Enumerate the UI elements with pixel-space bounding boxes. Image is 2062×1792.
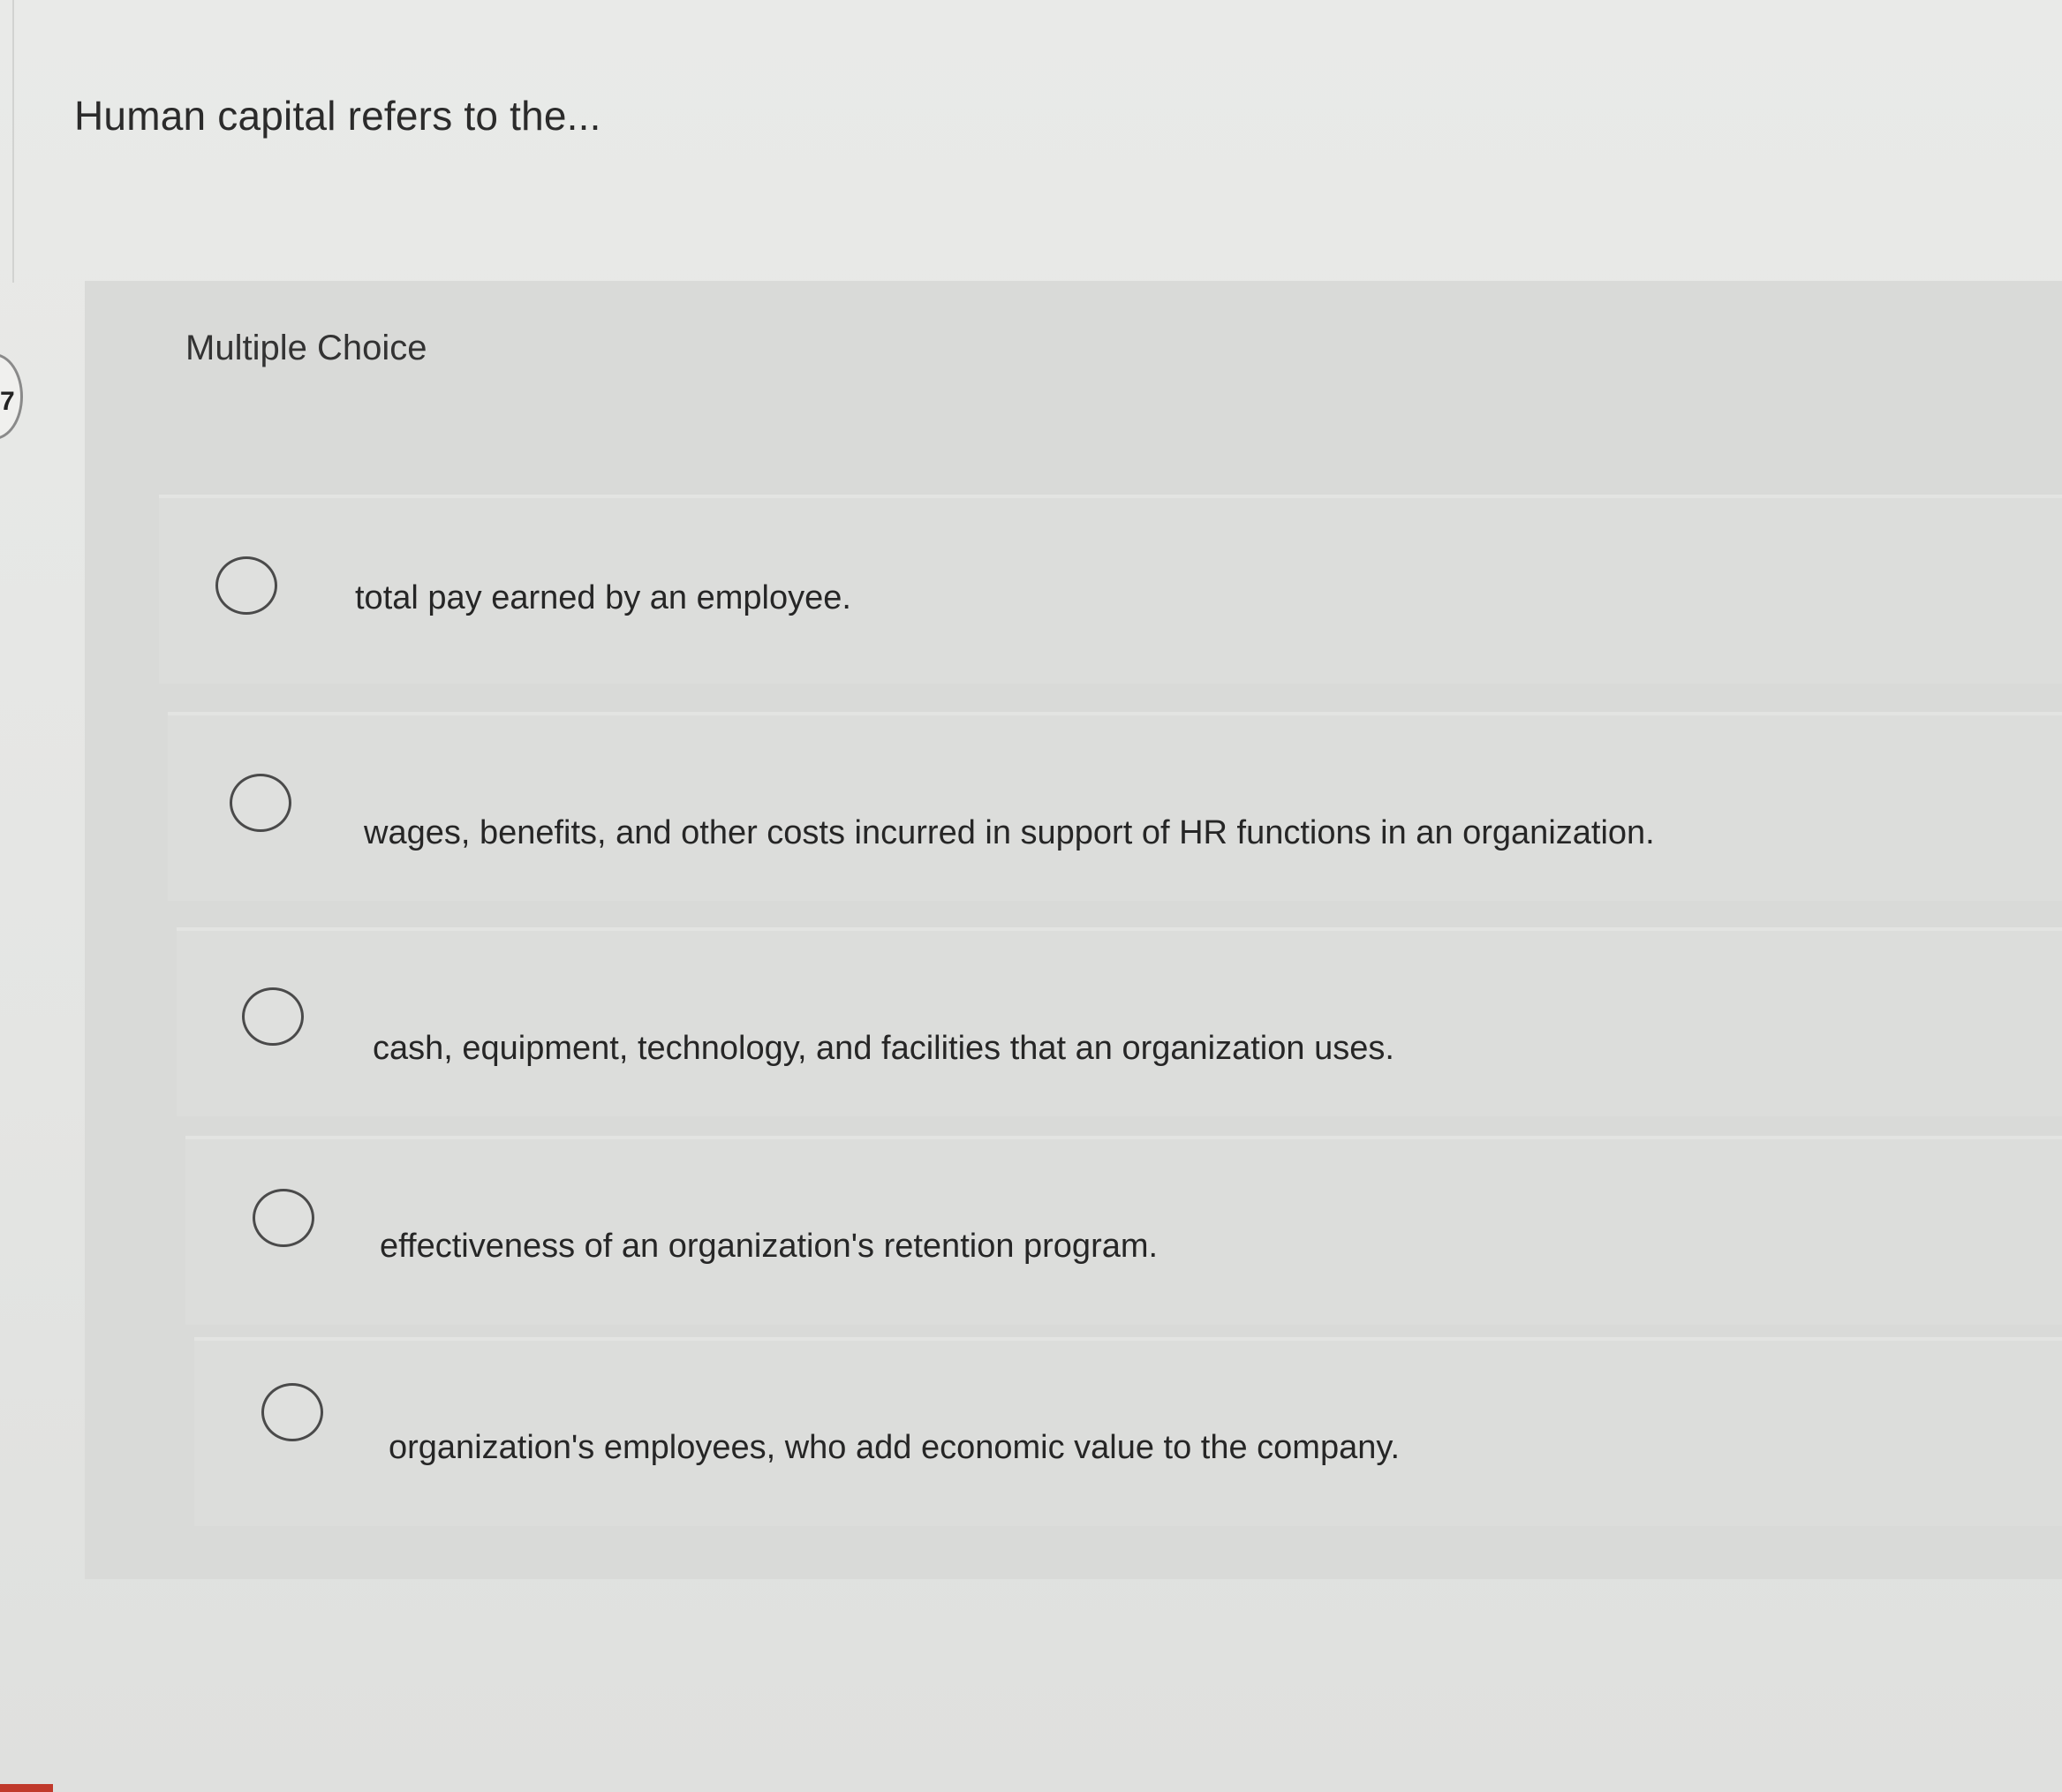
choice-option-label: cash, equipment, technology, and facilit…: [373, 1030, 1394, 1067]
choice-option-4[interactable]: effectiveness of an organization's reten…: [185, 1136, 2062, 1325]
question-text: Human capital refers to the...: [74, 93, 601, 139]
choice-option-label: total pay earned by an employee.: [355, 579, 851, 616]
choice-option-5[interactable]: organization's employees, who add econom…: [194, 1337, 2062, 1526]
choice-option-1[interactable]: total pay earned by an employee.: [159, 495, 2062, 684]
radio-button-3[interactable]: [242, 987, 304, 1046]
choice-option-label: organization's employees, who add econom…: [389, 1429, 1401, 1466]
left-divider: [12, 0, 14, 283]
multiple-choice-header: Multiple Choice: [185, 329, 427, 367]
radio-button-2[interactable]: [230, 774, 291, 832]
quiz-page: 7 Human capital refers to the... Multipl…: [0, 0, 2062, 1792]
radio-button-4[interactable]: [253, 1189, 314, 1247]
question-number: 7: [0, 387, 15, 416]
choice-option-label: wages, benefits, and other costs incurre…: [364, 814, 1655, 851]
radio-button-1[interactable]: [215, 556, 277, 615]
choice-option-2[interactable]: wages, benefits, and other costs incurre…: [168, 712, 2062, 901]
choice-option-label: effectiveness of an organization's reten…: [380, 1228, 1159, 1265]
choice-option-3[interactable]: cash, equipment, technology, and facilit…: [177, 927, 2062, 1116]
bottom-accent-strip: [0, 1784, 53, 1792]
radio-button-5[interactable]: [261, 1383, 323, 1441]
